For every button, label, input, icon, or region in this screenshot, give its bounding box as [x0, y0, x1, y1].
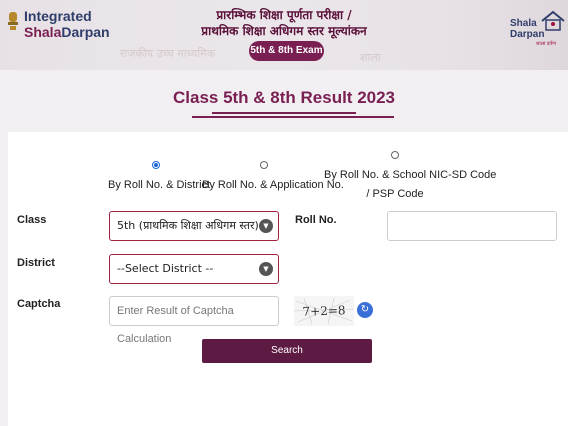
radio-roll-school-code[interactable]: [391, 151, 399, 159]
right-logo-line2: Darpan: [510, 29, 545, 40]
class-select[interactable]: 5th (प्राथमिक शिक्षा अधिगम स्तर) ▼: [109, 211, 279, 241]
captcha-label: Captcha: [17, 298, 61, 310]
search-button[interactable]: Search: [202, 339, 372, 363]
right-logo-tag: शाला दर्पण: [536, 41, 556, 47]
radio-roll-school-code-label-2[interactable]: / PSP Code: [324, 187, 466, 202]
class-select-value: 5th (प्राथमिक शिक्षा अधिगम स्तर): [117, 219, 259, 232]
title-underline: [212, 112, 356, 114]
class-label: Class: [17, 214, 47, 226]
shaladarpan-logo-right[interactable]: Shala Darpan शाला दर्पण: [510, 10, 568, 50]
radio-roll-school-code-label-1[interactable]: By Roll No. & School NIC-SD Code: [324, 168, 496, 183]
header-title-line2: प्राथमिक शिक्षा अधिगम स्तर मूल्यांकन: [201, 24, 367, 38]
header-title-line1: प्रारम्भिक शिक्षा पूर्णता परीक्षा /: [216, 8, 352, 22]
chevron-down-icon: ▼: [259, 262, 273, 276]
title-underline-2: [192, 116, 394, 118]
refresh-captcha-icon[interactable]: ↻: [357, 302, 373, 318]
header-banner: राजकीय उच्च माध्यमिक शाला Integrated Sha…: [0, 0, 568, 70]
district-select[interactable]: --Select District -- ▼: [109, 254, 279, 284]
page-title: Class 5th & 8th Result 2023: [172, 88, 396, 107]
district-select-value: --Select District --: [117, 262, 214, 275]
roll-no-label: Roll No.: [295, 214, 337, 226]
radio-roll-application-label[interactable]: By Roll No. & Application No.: [202, 178, 344, 193]
exam-badge: 5th & 8th Exam: [249, 41, 324, 61]
captcha-input[interactable]: Enter Result of Captcha Calculation: [109, 296, 279, 345]
radio-roll-application[interactable]: [260, 161, 268, 169]
chevron-down-icon: ▼: [259, 219, 273, 233]
district-label: District: [17, 257, 55, 269]
radio-roll-district[interactable]: [152, 161, 160, 169]
captcha-image: 7+2=8: [294, 296, 354, 326]
roll-no-input[interactable]: [387, 211, 557, 241]
captcha-text: 7+2=8: [302, 303, 345, 318]
right-logo-line1: Shala: [510, 18, 537, 29]
radio-roll-district-label[interactable]: By Roll No. & District: [108, 178, 210, 193]
